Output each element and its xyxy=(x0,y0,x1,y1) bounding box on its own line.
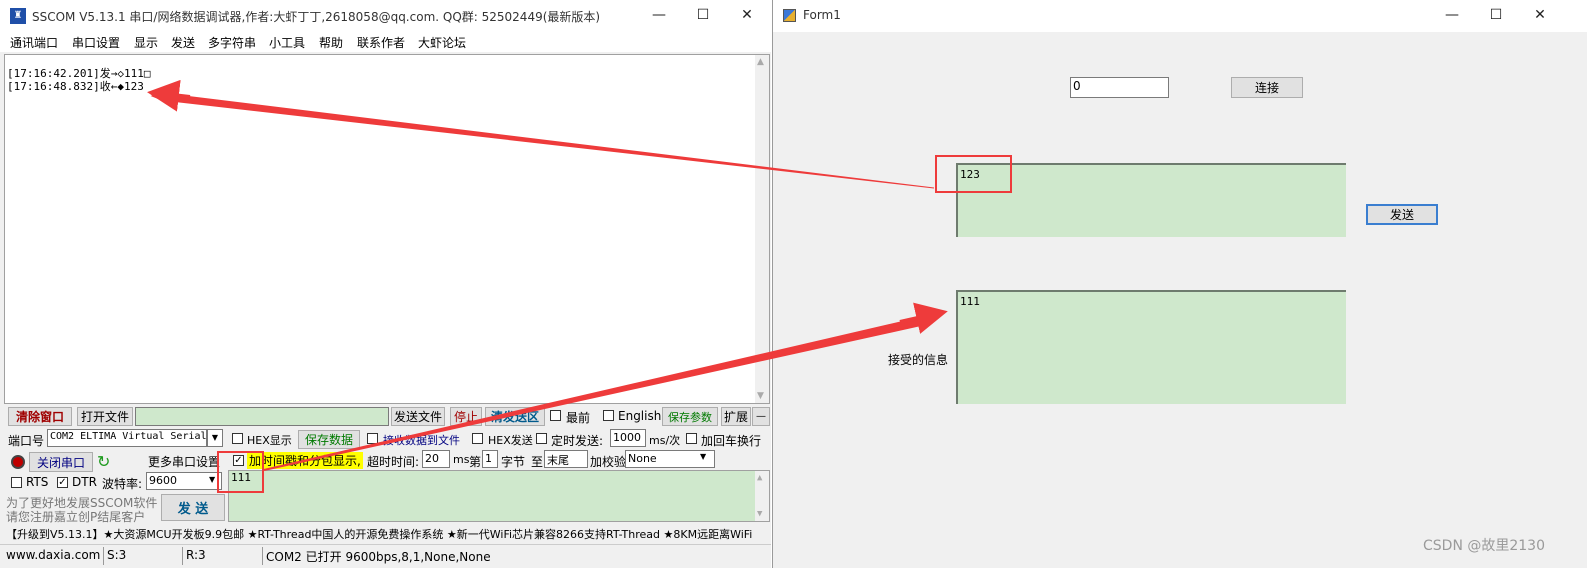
arrow-send-to-form xyxy=(263,312,931,471)
highlight-box-send xyxy=(217,451,264,493)
highlight-box-received xyxy=(935,155,1012,193)
annotation-overlay xyxy=(147,79,1012,493)
arrow-received-to-log xyxy=(150,92,935,189)
